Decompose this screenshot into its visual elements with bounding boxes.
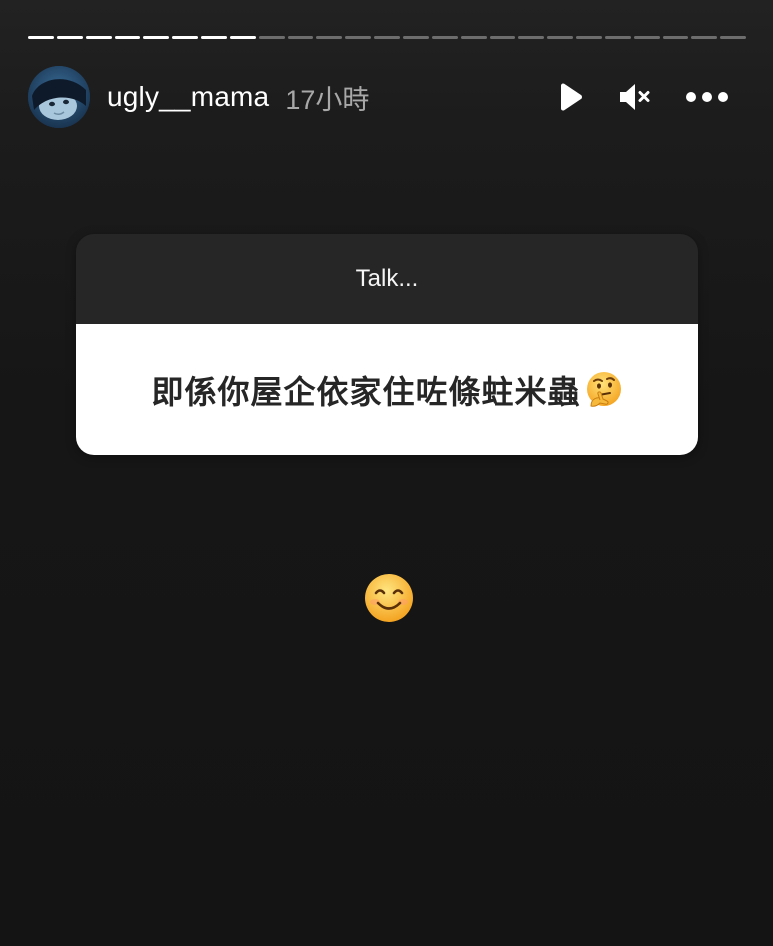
progress-segment [28,36,54,39]
progress-segment [229,36,256,39]
story-viewer: ugly__mama 17小時 Talk... 即係你屋企依家住咗條蛀米蟲 [0,0,773,946]
progress-segment [720,36,747,39]
speaker-muted-icon [620,84,650,110]
progress-segment [604,36,631,39]
username[interactable]: ugly__mama [107,81,269,113]
progress-segment [576,36,602,39]
more-horizontal-icon [686,92,728,102]
avatar[interactable] [28,66,90,128]
progress-segment [114,36,141,39]
story-progress-bar [28,36,747,39]
more-options-button[interactable] [685,80,729,114]
progress-segment [287,36,314,39]
question-answer-area: 即係你屋企依家住咗條蛀米蟲 [76,324,698,455]
question-sticker: Talk... 即係你屋企依家住咗條蛀米蟲 [76,234,698,455]
question-answer: 即係你屋企依家住咗條蛀米蟲 [151,372,581,411]
progress-segment [633,36,660,39]
progress-segment [143,36,170,39]
progress-segment [518,36,545,39]
progress-segment [56,36,83,39]
progress-segment [316,36,343,39]
progress-segment [201,36,227,39]
progress-segment [258,36,285,39]
play-icon [561,83,582,111]
question-prompt: Talk... [76,234,698,324]
progress-segment [402,36,429,39]
smiling-face-emoji [365,574,413,622]
progress-segment [374,36,400,39]
progress-segment [85,36,112,39]
progress-segment [345,36,372,39]
thinking-face-emoji [586,371,621,407]
mute-button[interactable] [617,80,653,114]
story-header: ugly__mama 17小時 [28,66,745,128]
progress-segment [172,36,199,39]
progress-segment [489,36,516,39]
header-actions [553,80,745,114]
progress-segment [547,36,574,39]
post-time: 17小時 [285,84,370,115]
progress-segment [662,36,689,39]
play-button[interactable] [553,80,587,114]
progress-segment [431,36,458,39]
progress-segment [460,36,487,39]
progress-segment [691,36,718,39]
